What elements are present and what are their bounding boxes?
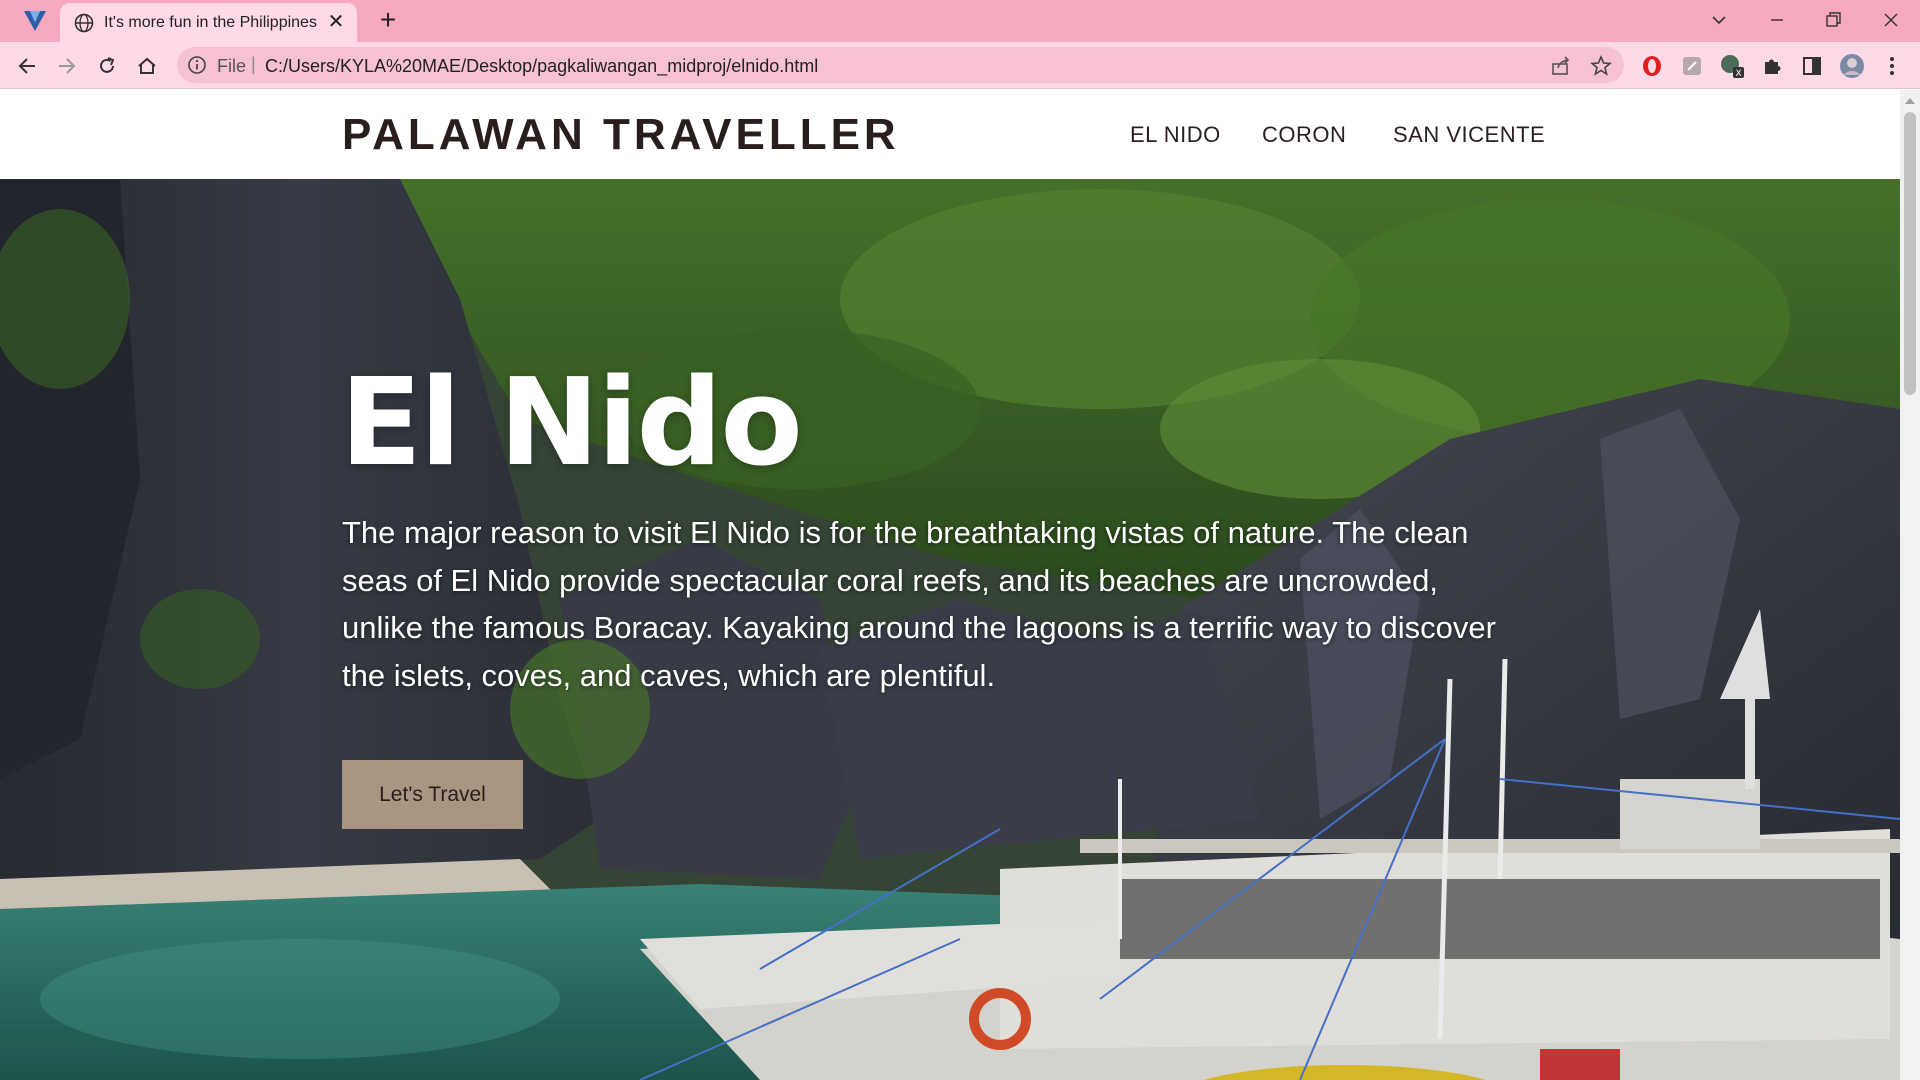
bookmark-star-icon[interactable] xyxy=(1590,55,1612,77)
forward-button[interactable] xyxy=(51,50,83,82)
reload-icon xyxy=(100,57,115,73)
lets-travel-button[interactable]: Let's Travel xyxy=(342,760,523,829)
address-separator: | xyxy=(251,54,256,74)
address-bar[interactable]: File | C:/Users/KYLA%20MAE/Desktop/pagka… xyxy=(177,47,1624,83)
site-brand[interactable]: PALAWAN TRAVELLER xyxy=(342,110,900,160)
browser-toolbar: File | C:/Users/KYLA%20MAE/Desktop/pagka… xyxy=(0,42,1920,89)
scroll-up-arrow-icon[interactable] xyxy=(1905,98,1915,104)
hero-description: The major reason to visit El Nido is for… xyxy=(342,515,1496,693)
home-button[interactable] xyxy=(131,50,163,82)
tab-title: It's more fun in the Philippines xyxy=(104,14,317,31)
minimize-icon[interactable] xyxy=(1754,4,1800,36)
opera-extension-icon[interactable] xyxy=(1639,53,1665,79)
address-scheme: File xyxy=(217,56,247,76)
side-panel-icon[interactable] xyxy=(1799,53,1825,79)
hero-title: El Nido xyxy=(340,354,803,493)
back-button[interactable] xyxy=(11,50,43,82)
extensions-puzzle-icon[interactable] xyxy=(1759,53,1785,79)
new-tab-button[interactable]: + xyxy=(374,6,402,35)
restore-icon[interactable] xyxy=(1810,4,1856,36)
extension-puzzle-grey-icon[interactable] xyxy=(1679,53,1705,79)
close-tab-icon[interactable]: ✕ xyxy=(326,12,346,32)
profile-avatar[interactable] xyxy=(1839,53,1865,79)
globe-icon xyxy=(74,13,94,33)
nav-link-el-nido[interactable]: EL NIDO xyxy=(1130,122,1221,148)
browser-tab-strip: It's more fun in the Philippines ✕ + xyxy=(0,0,1920,42)
extension-badge-icon[interactable]: X xyxy=(1719,53,1745,79)
hero-section: El Nido The major reason to visit El Nid… xyxy=(0,179,1900,1080)
share-icon[interactable] xyxy=(1550,55,1572,77)
scrollbar-thumb[interactable] xyxy=(1904,112,1916,395)
back-arrow-icon xyxy=(18,58,35,74)
home-icon xyxy=(138,57,156,74)
active-tab[interactable]: It's more fun in the Philippines ✕ xyxy=(60,3,357,42)
close-window-icon[interactable] xyxy=(1868,4,1914,36)
tab-search-icon[interactable] xyxy=(1696,4,1742,36)
reload-button[interactable] xyxy=(91,50,123,82)
app-logo-icon[interactable] xyxy=(22,9,48,33)
nav-link-san-vicente[interactable]: SAN VICENTE xyxy=(1393,122,1545,148)
forward-arrow-icon xyxy=(59,58,76,74)
svg-text:X: X xyxy=(1736,69,1742,79)
site-header: PALAWAN TRAVELLER EL NIDO CORON SAN VICE… xyxy=(0,90,1900,179)
address-url[interactable]: C:/Users/KYLA%20MAE/Desktop/pagkaliwanga… xyxy=(265,56,818,77)
browser-menu-icon[interactable] xyxy=(1879,53,1905,79)
page-scrollbar[interactable] xyxy=(1900,90,1920,1080)
info-icon[interactable] xyxy=(187,55,207,75)
nav-link-coron[interactable]: CORON xyxy=(1262,122,1346,148)
web-page: PALAWAN TRAVELLER EL NIDO CORON SAN VICE… xyxy=(0,90,1900,1080)
